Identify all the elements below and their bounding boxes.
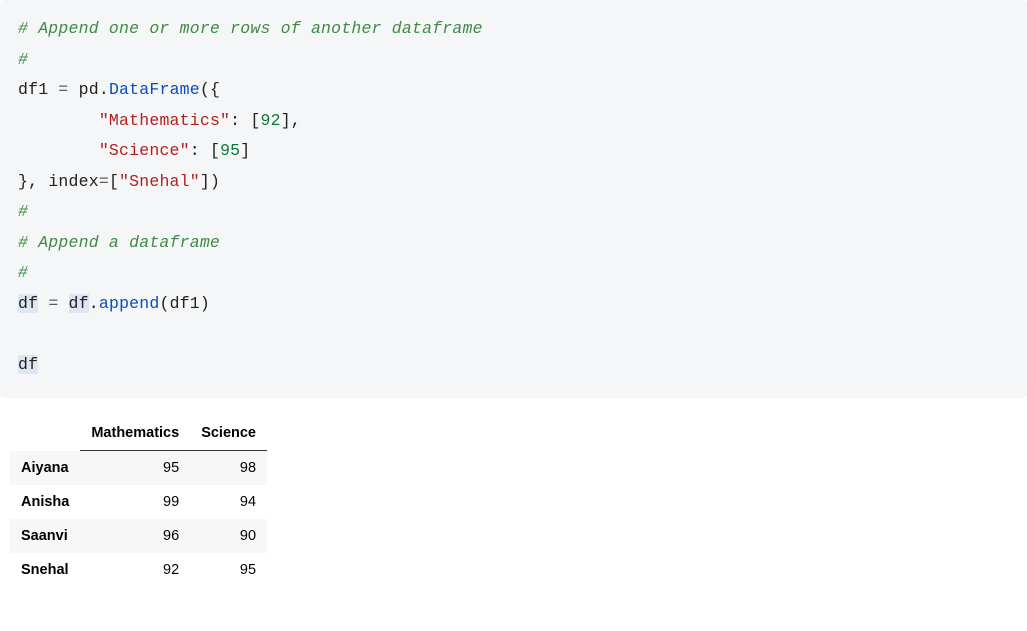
code-line: # (18, 45, 1009, 76)
row-index: Aiyana (10, 451, 80, 486)
comment: # Append a dataframe (18, 233, 220, 252)
cell-value: 94 (190, 485, 267, 519)
punct: ], (281, 111, 301, 130)
table-corner (10, 416, 80, 451)
code-cell: # Append one or more rows of another dat… (0, 0, 1027, 398)
column-header-science: Science (190, 416, 267, 451)
punct: . (89, 294, 99, 313)
cell-value: 96 (80, 519, 190, 553)
output-dataframe-table: Mathematics Science Aiyana 95 98 Anisha … (10, 416, 267, 587)
punct: ( (159, 294, 169, 313)
blank (18, 324, 28, 343)
operator: = (99, 172, 109, 191)
string: "Science" (99, 141, 190, 160)
punct: ] (240, 141, 250, 160)
row-index: Anisha (10, 485, 80, 519)
punct: ({ (200, 80, 220, 99)
comment: # Append one or more rows of another dat… (18, 19, 483, 38)
punct: }, (18, 172, 48, 191)
punct: ) (200, 294, 210, 313)
punct: : (230, 111, 250, 130)
punct: [ (109, 172, 119, 191)
code-line: # Append a dataframe (18, 228, 1009, 259)
punct: . (99, 80, 109, 99)
cell-value: 95 (80, 451, 190, 486)
identifier: pd (79, 80, 99, 99)
table-row: Anisha 99 94 (10, 485, 267, 519)
identifier: df1 (18, 80, 48, 99)
punct: [ (210, 141, 220, 160)
column-header-mathematics: Mathematics (80, 416, 190, 451)
comment: # (18, 202, 28, 221)
number: 95 (220, 141, 240, 160)
cell-value: 99 (80, 485, 190, 519)
punct: [ (250, 111, 260, 130)
identifier: df (69, 294, 89, 313)
code-line: # (18, 197, 1009, 228)
indent (18, 141, 99, 160)
code-line: # Append one or more rows of another dat… (18, 14, 1009, 45)
indent (18, 111, 99, 130)
table-row: Snehal 92 95 (10, 553, 267, 587)
row-index: Snehal (10, 553, 80, 587)
identifier: df1 (170, 294, 200, 313)
code-line (18, 319, 1009, 350)
code-line: # (18, 258, 1009, 289)
table-row: Aiyana 95 98 (10, 451, 267, 486)
cell-value: 92 (80, 553, 190, 587)
identifier: df (18, 355, 38, 374)
comment: # (18, 263, 28, 282)
operator: = (48, 80, 78, 99)
call: DataFrame (109, 80, 200, 99)
string: "Mathematics" (99, 111, 230, 130)
row-index: Saanvi (10, 519, 80, 553)
code-line: df (18, 350, 1009, 381)
cell-value: 90 (190, 519, 267, 553)
code-line: "Mathematics": [92], (18, 106, 1009, 137)
string: "Snehal" (119, 172, 200, 191)
code-line: "Science": [95] (18, 136, 1009, 167)
operator: = (38, 294, 68, 313)
cell-value: 95 (190, 553, 267, 587)
call: append (99, 294, 160, 313)
comment: # (18, 50, 28, 69)
number: 92 (260, 111, 280, 130)
code-line: }, index=["Snehal"]) (18, 167, 1009, 198)
identifier: df (18, 294, 38, 313)
punct: ]) (200, 172, 220, 191)
code-line: df1 = pd.DataFrame({ (18, 75, 1009, 106)
code-line: df = df.append(df1) (18, 289, 1009, 320)
punct: : (190, 141, 210, 160)
cell-value: 98 (190, 451, 267, 486)
identifier: index (48, 172, 99, 191)
table-row: Saanvi 96 90 (10, 519, 267, 553)
